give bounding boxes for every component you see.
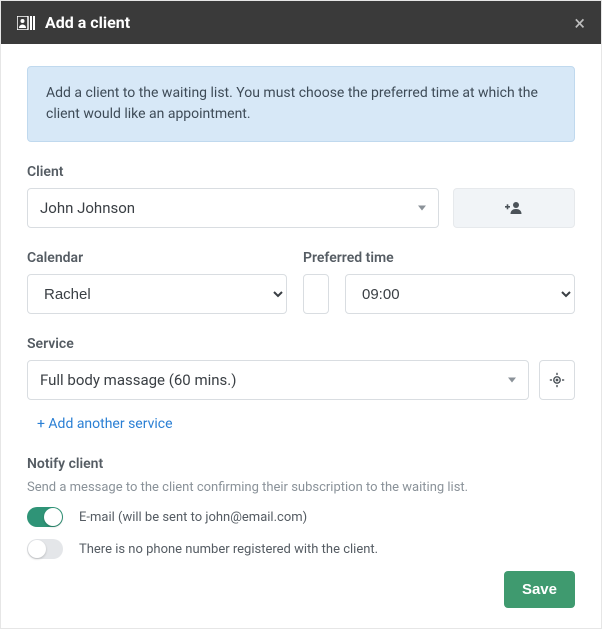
add-person-icon [505,201,523,215]
client-label: Client [27,164,439,180]
calendar-select[interactable]: Rachel [27,274,287,314]
notify-label: Notify client [27,456,575,472]
service-select[interactable]: Full body massage (60 mins.) [27,360,529,400]
preferred-time-label: Preferred time [303,250,575,266]
client-card-icon [17,16,35,30]
client-select[interactable]: John Johnson [27,188,439,228]
add-service-link[interactable]: + Add another service [27,408,575,438]
close-icon[interactable]: × [574,13,585,33]
modal-title: Add a client [45,13,130,32]
notify-sub: Send a message to the client confirming … [27,480,575,495]
add-client-button[interactable] [453,188,575,228]
client-select-value: John Johnson [40,199,135,217]
email-toggle[interactable] [27,507,63,527]
email-toggle-label: E-mail (will be sent to john@email.com) [79,510,307,525]
sms-toggle [27,539,63,559]
sms-toggle-label: There is no phone number registered with… [79,542,378,557]
calendar-label: Calendar [27,250,287,266]
info-box: Add a client to the waiting list. You mu… [27,66,575,142]
service-select-value: Full body massage (60 mins.) [40,371,236,389]
service-label: Service [27,336,575,352]
preferred-date-input[interactable] [303,274,329,314]
save-button[interactable]: Save [504,571,575,608]
modal-header: Add a client × [1,1,601,44]
gear-eye-icon [549,372,565,388]
service-settings-button[interactable] [539,360,575,400]
add-client-modal: Add a client × Add a client to the waiti… [0,0,602,629]
preferred-time-select[interactable]: 09:00 [345,274,575,314]
